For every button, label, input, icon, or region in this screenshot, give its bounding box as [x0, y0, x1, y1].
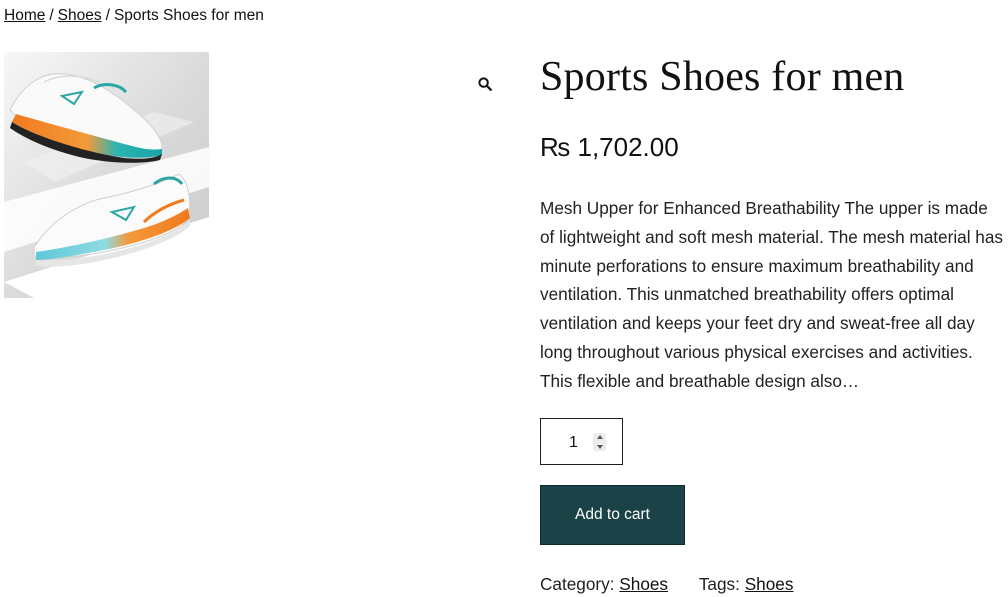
breadcrumb-current: Sports Shoes for men [113, 7, 264, 24]
product-image-shoes [4, 52, 209, 298]
breadcrumb-home-link[interactable]: Home [4, 7, 45, 24]
product-meta: Category: Shoes Tags: Shoes [540, 572, 793, 596]
product-short-description: Mesh Upper for Enhanced Breathability Th… [540, 198, 1004, 391]
product-summary: Sports Shoes for men ₨ 1,702.00 Mesh Upp… [540, 50, 1006, 594]
product-price: ₨ 1,702.00 [540, 132, 679, 162]
breadcrumb-separator: / [49, 7, 54, 24]
quantity-spinner[interactable] [593, 433, 606, 451]
product-image[interactable] [4, 52, 209, 298]
chevron-down-icon[interactable] [596, 445, 603, 449]
product-title: Sports Shoes for men [540, 54, 905, 100]
category-label: Category: [540, 574, 615, 594]
chevron-up-icon[interactable] [596, 435, 603, 439]
tag-link[interactable]: Shoes [745, 574, 794, 594]
magnifier-icon [478, 77, 492, 91]
category-link[interactable]: Shoes [619, 574, 668, 594]
quantity-stepper[interactable] [540, 418, 624, 466]
add-to-cart-button[interactable]: Add to cart [540, 485, 685, 545]
zoom-button[interactable] [475, 74, 495, 94]
breadcrumb-separator: / [105, 7, 110, 24]
breadcrumb: Home / Shoes / Sports Shoes for men [4, 6, 264, 26]
breadcrumb-category-link[interactable]: Shoes [58, 7, 102, 24]
tags-label: Tags: [698, 574, 740, 594]
quantity-input[interactable] [541, 419, 624, 466]
